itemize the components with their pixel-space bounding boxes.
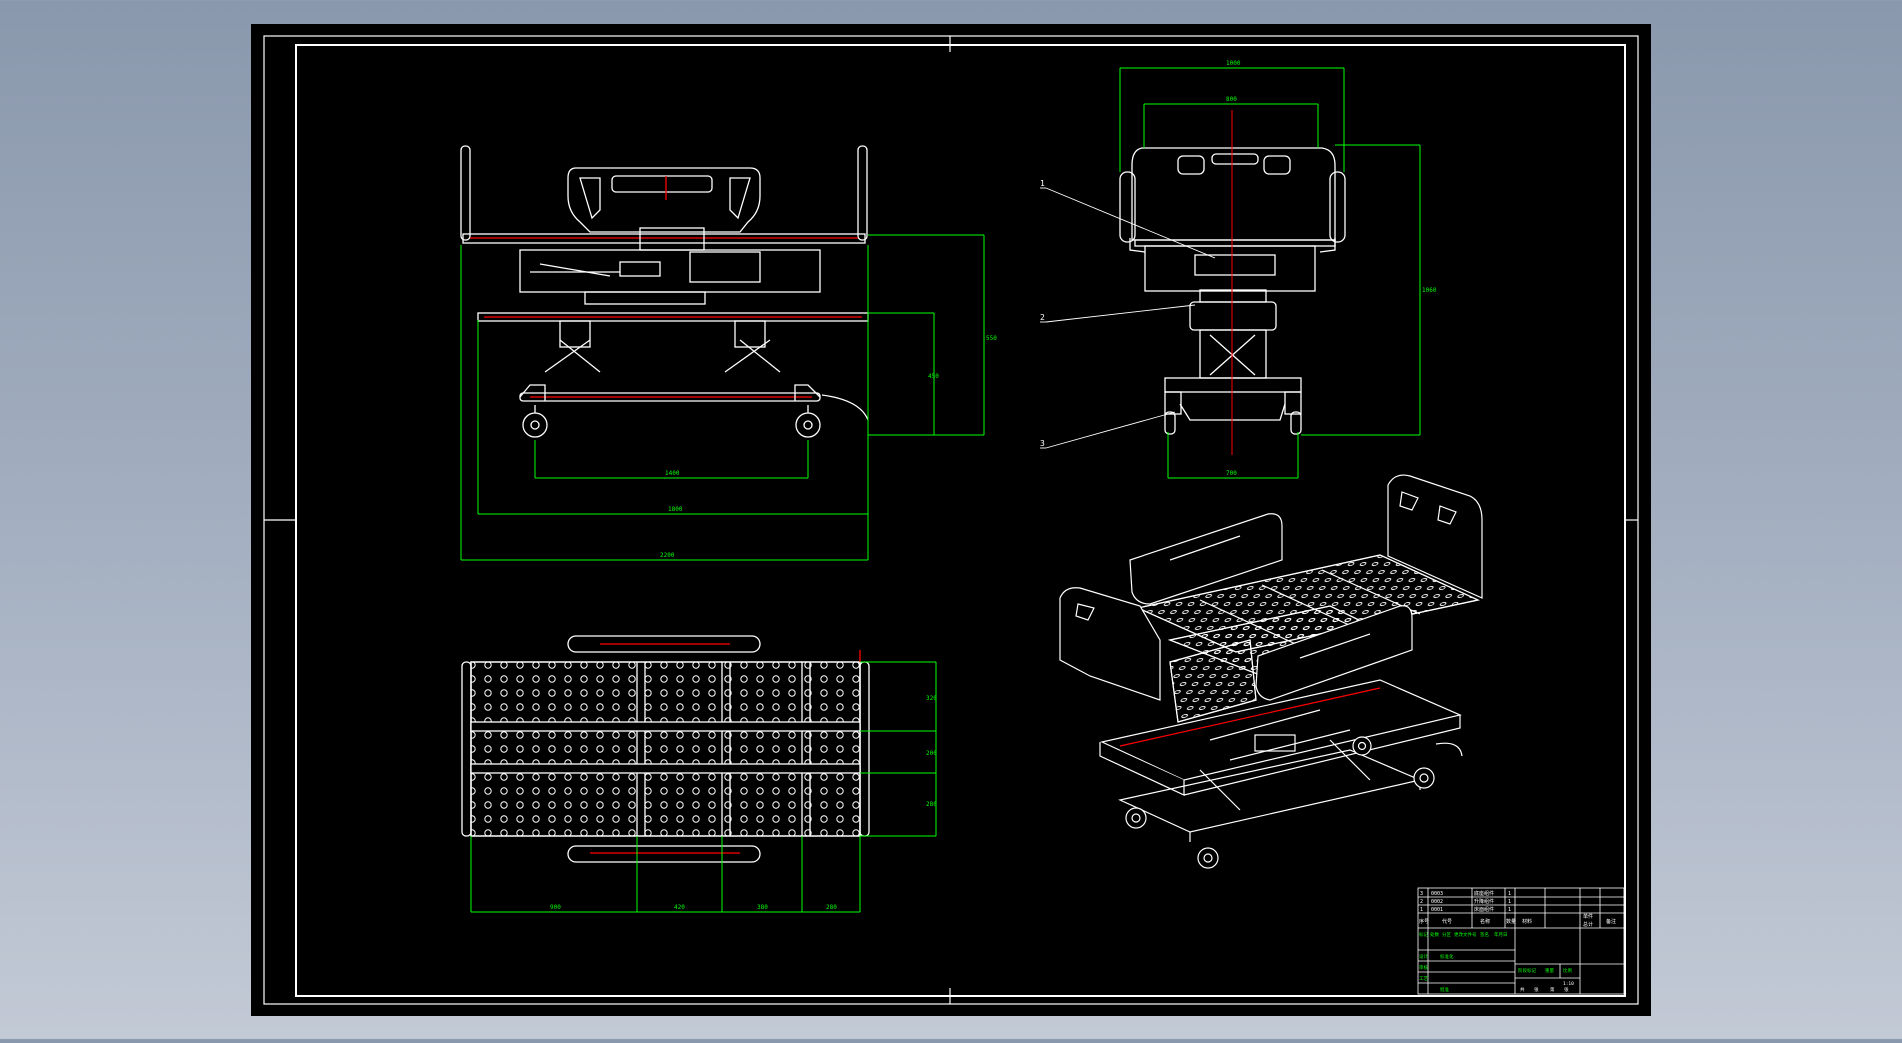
dim-end-700: 700 (1226, 470, 1237, 477)
dim-end-800: 800 (1226, 96, 1237, 103)
part-row-3-name: 底座组件 (1474, 890, 1494, 897)
sign-signature: 签名 (1480, 931, 1489, 938)
cad-viewport[interactable]: 2200 1800 1400 550 450 1000 800 1060 700… (0, 0, 1902, 1039)
part-row-2-no: 2 (1420, 899, 1423, 905)
dim-end-1060: 1060 (1422, 287, 1437, 294)
top-view (461, 635, 870, 863)
stage-scale: 比例 (1563, 967, 1572, 974)
sign-mark: 标记 (1419, 931, 1428, 938)
part-row-1-name: 床面组件 (1474, 906, 1494, 913)
sign-count: 处数 (1430, 931, 1439, 938)
dim-top-380: 380 (757, 904, 768, 911)
stage-mark: 阶段标记 (1518, 967, 1536, 974)
sheet-unit-label-2: 张 (1564, 986, 1569, 993)
scale-value: 1:10 (1563, 981, 1574, 987)
sign-doc: 更改文件号 (1454, 931, 1477, 938)
header-material: 材料 (1522, 918, 1532, 925)
part-row-1-code: 0001 (1431, 907, 1443, 913)
part-row-2-name: 升降组件 (1474, 898, 1494, 905)
dim-side-450: 450 (928, 373, 939, 380)
dim-side-2200: 2200 (660, 552, 675, 559)
dim-top-200: 200 (926, 750, 937, 757)
callout-3: 3 (1040, 439, 1045, 448)
part-row-1-qty: 1 (1508, 907, 1511, 913)
dim-side-1400: 1400 (665, 470, 680, 477)
header-no: 序号 (1419, 918, 1429, 925)
dim-top-320: 320 (926, 695, 937, 702)
dim-end-1000: 1000 (1226, 60, 1241, 67)
sign-date: 年月日 (1494, 931, 1508, 938)
sign-zone: 分区 (1442, 931, 1451, 938)
dim-top-420: 420 (674, 904, 685, 911)
part-row-3-no: 3 (1420, 891, 1423, 897)
header-name: 名称 (1480, 918, 1490, 925)
role-process: 工艺 (1419, 976, 1428, 982)
part-row-1-no: 1 (1420, 907, 1423, 913)
callout-1: 1 (1040, 179, 1045, 188)
role-standard: 标准化 (1440, 953, 1454, 960)
role-approve: 批准 (1440, 986, 1449, 993)
sheet-index-label: 第 (1550, 986, 1555, 993)
sheet-unit-label-1: 张 (1534, 986, 1539, 993)
role-review: 审核 (1419, 964, 1428, 971)
part-row-2-qty: 1 (1508, 899, 1511, 905)
stage-weight: 重量 (1545, 967, 1554, 974)
header-code: 代号 (1442, 918, 1452, 925)
part-row-3-code: 0003 (1431, 891, 1443, 897)
part-row-2-code: 0002 (1431, 899, 1443, 905)
header-remark: 备注 (1606, 918, 1616, 925)
dim-top-280b: 280 (926, 801, 937, 808)
dim-top-280: 280 (826, 904, 837, 911)
part-row-3-qty: 1 (1508, 891, 1511, 897)
callout-2: 2 (1040, 313, 1045, 322)
drawing-canvas: 2200 1800 1400 550 450 1000 800 1060 700… (251, 24, 1651, 1016)
header-unit: 单件 (1583, 913, 1593, 920)
dim-top-900: 900 (550, 904, 561, 911)
dim-side-550: 550 (986, 335, 997, 342)
role-design: 设计 (1419, 953, 1428, 960)
header-qty: 数量 (1506, 918, 1516, 925)
dim-side-1800: 1800 (668, 506, 683, 513)
sheet-total-label: 共 (1520, 986, 1525, 993)
header-total: 总计 (1583, 921, 1593, 928)
